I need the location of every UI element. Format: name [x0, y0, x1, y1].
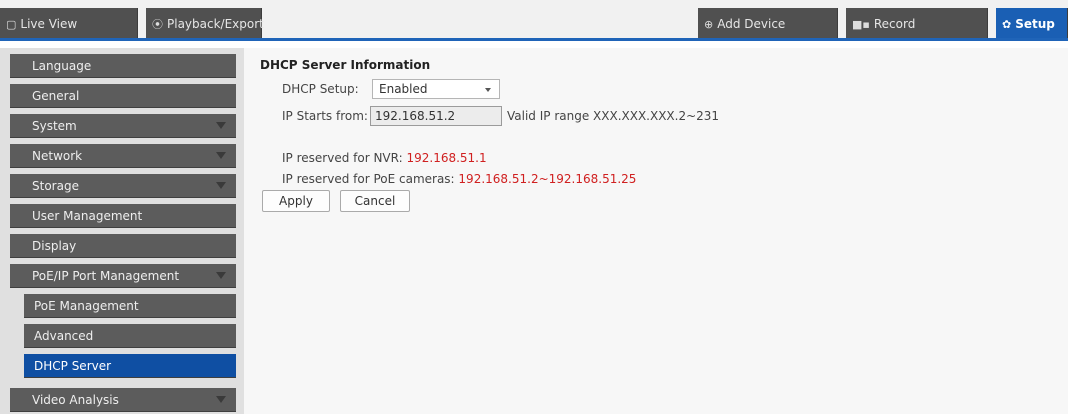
sidebar: Language General System Network Storage …: [0, 48, 244, 414]
sidebar-item-general[interactable]: General: [10, 84, 236, 108]
expand-arrow-icon: [216, 396, 226, 403]
dhcp-setup-value: Enabled: [379, 82, 428, 96]
tab-add-device[interactable]: ⊕ Add Device: [698, 8, 838, 40]
sidebar-item-label: Storage: [32, 178, 79, 193]
sidebar-item-label: Network: [32, 148, 83, 163]
tab-setup[interactable]: ✿ Setup: [996, 8, 1068, 40]
nvr-reserved-label: IP reserved for NVR:: [282, 151, 403, 165]
sidebar-item-label: Advanced: [34, 328, 94, 343]
sidebar-item-poe-management[interactable]: PoE Management: [24, 294, 236, 318]
sidebar-item-label: User Management: [32, 208, 143, 223]
chevron-down-icon: [485, 88, 491, 92]
dhcp-setup-select[interactable]: Enabled: [372, 79, 500, 99]
sidebar-item-label: Display: [32, 238, 77, 253]
ip-start-label: IP Starts from:: [282, 109, 368, 123]
expand-arrow-icon: [216, 122, 226, 129]
sidebar-item-user-management[interactable]: User Management: [10, 204, 236, 228]
sidebar-item-poe-ip-port-management[interactable]: PoE/IP Port Management: [10, 264, 236, 288]
sidebar-item-advanced[interactable]: Advanced: [24, 324, 236, 348]
valid-range-text: Valid IP range XXX.XXX.XXX.2~231: [507, 109, 720, 123]
sidebar-item-label: Language: [32, 58, 92, 73]
poe-reserved-line: IP reserved for PoE cameras: 192.168.51.…: [282, 172, 636, 186]
sidebar-item-dhcp-server[interactable]: DHCP Server: [24, 354, 236, 378]
tab-playback-export[interactable]: ⦿ Playback/Export: [146, 8, 264, 40]
nvr-reserved-value: 192.168.51.1: [406, 151, 487, 165]
sidebar-item-label: PoE/IP Port Management: [32, 268, 180, 283]
tab-record-label: Record: [873, 17, 916, 31]
topbar-divider: [0, 38, 1068, 41]
dhcp-setup-label: DHCP Setup:: [282, 82, 359, 96]
poe-reserved-value: 192.168.51.2~192.168.51.25: [458, 172, 637, 186]
top-navigation-bar: ▢ Live View ⦿ Playback/Export ⊕ Add Devi…: [0, 0, 1068, 41]
tab-setup-label: Setup: [1015, 17, 1055, 31]
square-icon: ▢: [6, 17, 17, 31]
ip-start-input[interactable]: [370, 106, 502, 126]
play-circle-icon: ⦿: [152, 18, 163, 31]
gear-icon: ✿: [1002, 17, 1012, 31]
plus-circle-icon: ⊕: [704, 17, 714, 31]
expand-arrow-icon: [216, 272, 226, 279]
tab-playback-export-label: Playback/Export: [167, 17, 264, 31]
sidebar-item-system[interactable]: System: [10, 114, 236, 138]
sidebar-item-label: Video Analysis: [32, 392, 119, 407]
sidebar-item-label: PoE Management: [34, 298, 139, 313]
poe-reserved-label: IP reserved for PoE cameras:: [282, 172, 455, 186]
sidebar-item-label: General: [32, 88, 80, 103]
cancel-button[interactable]: Cancel: [340, 190, 410, 212]
sidebar-item-storage[interactable]: Storage: [10, 174, 236, 198]
tab-record[interactable]: ■▪ Record: [846, 8, 988, 40]
expand-arrow-icon: [216, 182, 226, 189]
tab-live-view[interactable]: ▢ Live View: [0, 8, 138, 40]
sidebar-item-label: System: [32, 118, 77, 133]
sidebar-item-network[interactable]: Network: [10, 144, 236, 168]
sidebar-item-video-analysis[interactable]: Video Analysis: [10, 388, 236, 412]
camera-icon: ■▪: [852, 17, 870, 31]
sidebar-item-language[interactable]: Language: [10, 54, 236, 78]
tab-live-view-label: Live View: [20, 17, 78, 31]
expand-arrow-icon: [216, 152, 226, 159]
section-title: DHCP Server Information: [260, 58, 431, 72]
tab-add-device-label: Add Device: [717, 17, 786, 31]
sidebar-item-label: DHCP Server: [34, 358, 112, 373]
nvr-reserved-line: IP reserved for NVR: 192.168.51.1: [282, 151, 487, 165]
apply-button[interactable]: Apply: [262, 190, 330, 212]
main-content: DHCP Server Information DHCP Setup: Enab…: [244, 48, 1068, 414]
sidebar-item-display[interactable]: Display: [10, 234, 236, 258]
